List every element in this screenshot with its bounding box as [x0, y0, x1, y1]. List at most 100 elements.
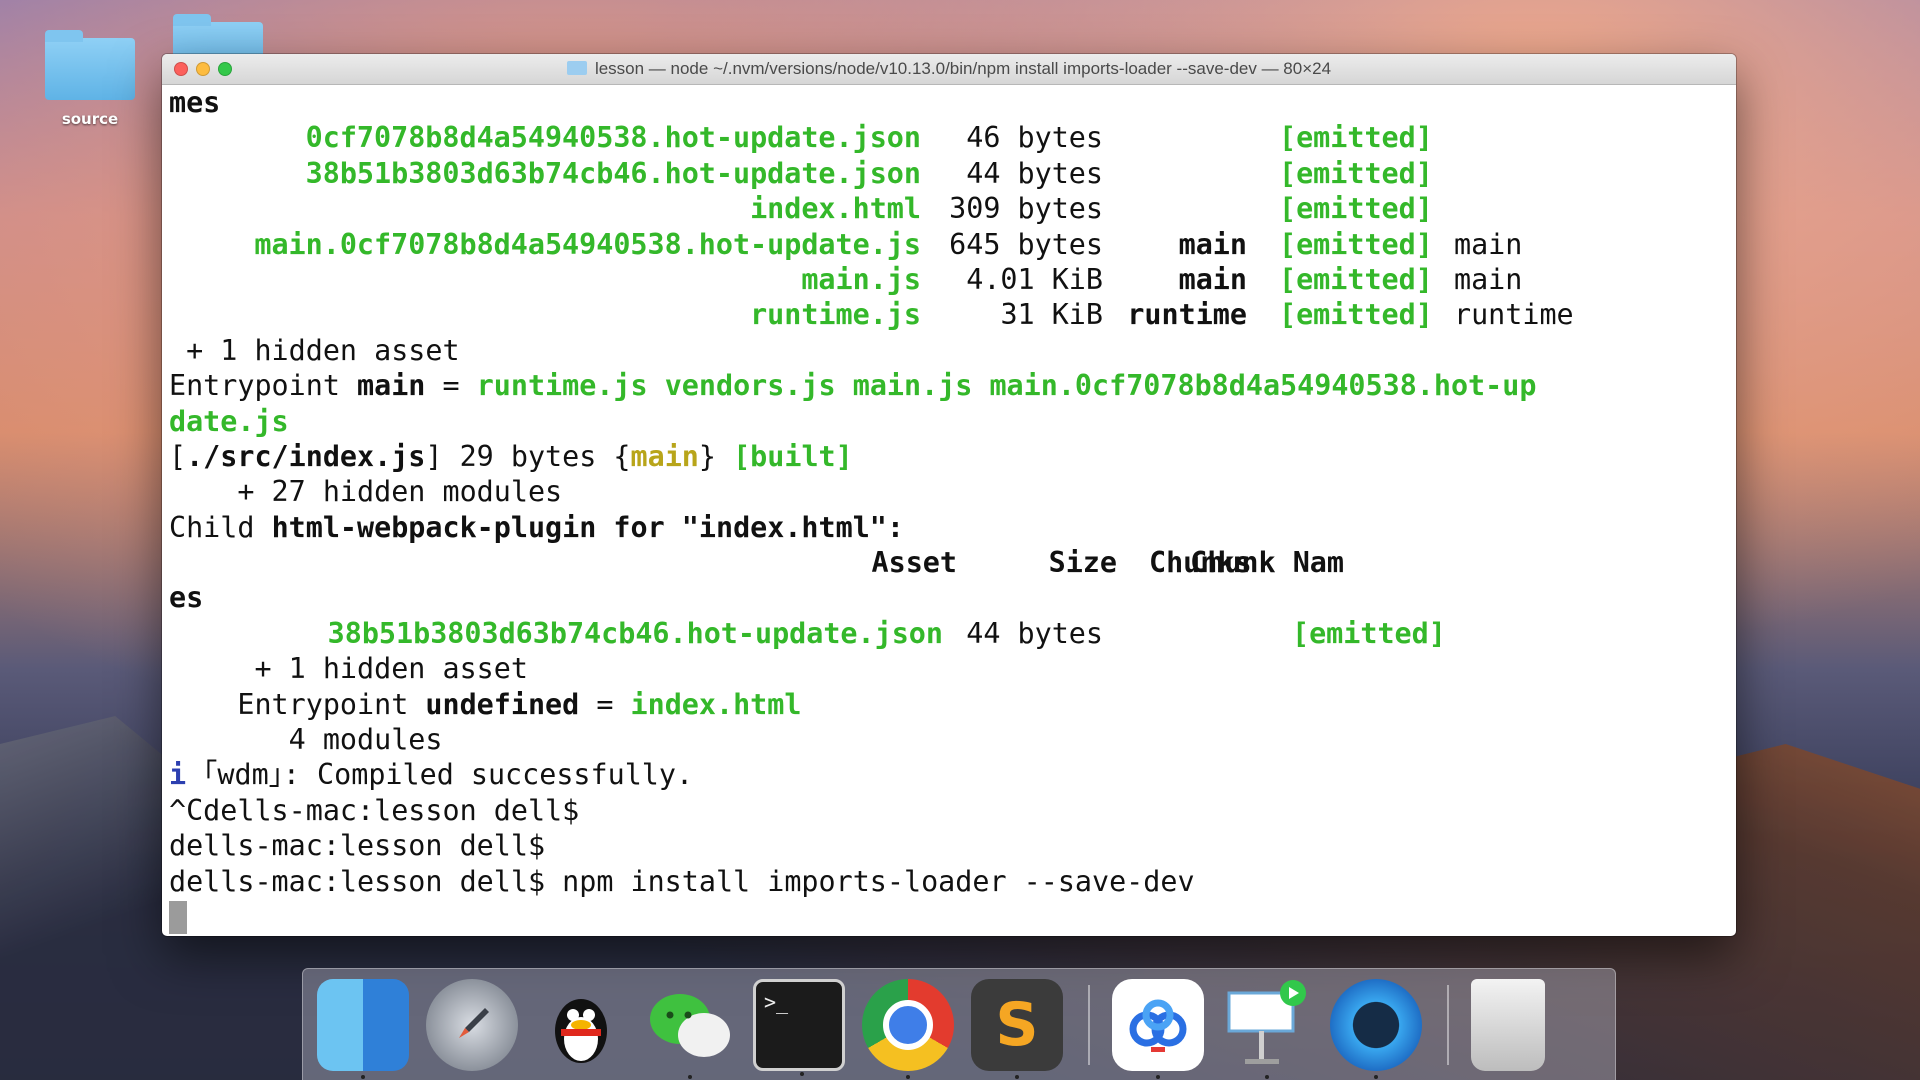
asset-table: 0cf7078b8d4a54940538.hot-update.json 46 b…: [169, 120, 1736, 332]
asset-size: 309 bytes: [949, 192, 1103, 226]
qq-icon[interactable]: [535, 979, 627, 1071]
chrome-icon[interactable]: [862, 978, 954, 1079]
output-line: mes: [169, 86, 221, 119]
running-indicator: [906, 1074, 910, 1079]
asset-row: 38b51b3803d63b74cb46.hot-update.json 44 …: [169, 616, 1736, 651]
baidu-netdisk-icon[interactable]: [1112, 978, 1204, 1079]
desktop-folder-label: source: [61, 110, 119, 128]
asset-name: main.js: [801, 262, 921, 296]
asset-size: 645 bytes: [949, 227, 1103, 261]
asset-name: 38b51b3803d63b74cb46.hot-update.json: [327, 616, 943, 650]
built-line: [./src/index.js] 29 bytes {main} [built]: [169, 439, 1736, 474]
asset-chunk-names: main: [1454, 227, 1523, 261]
asset-emitted: [emitted]: [1279, 262, 1433, 296]
entrypoint-line: Entrypoint main = runtime.js vendors.js …: [169, 368, 1736, 403]
prompt-line: ^Cdells-mac:lesson dell$: [169, 793, 580, 827]
asset-row: index.html 309 bytes [emitted]: [169, 191, 1736, 226]
built-size: ] 29 bytes {: [425, 439, 631, 473]
asset-row: runtime.js 31 KiB runtime [emitted] runtime: [169, 297, 1736, 332]
asset-emitted: [emitted]: [1279, 156, 1433, 190]
asset-row: main.0cf7078b8d4a54940538.hot-update.js 6…: [169, 227, 1736, 262]
asset-emitted: [emitted]: [1279, 121, 1433, 155]
asset-name: index.html: [750, 192, 921, 226]
output-line: + 1 hidden asset: [169, 333, 460, 367]
info-icon: i: [169, 758, 187, 792]
table-header: Asset Size Chunks Chunk Nam: [169, 545, 1736, 580]
wdm-line: i ｢wdm｣: Compiled successfully.: [169, 757, 1736, 792]
output-line: + 1 hidden asset: [169, 652, 528, 686]
entry-eq: =: [425, 369, 477, 403]
finder-icon[interactable]: [317, 978, 409, 1079]
window-title-text: lesson — node ~/.nvm/versions/node/v10.1…: [594, 59, 1332, 78]
asset-chunk-names: main: [1454, 262, 1523, 296]
built-bracket: }: [698, 439, 734, 473]
sublime-text-icon[interactable]: S: [971, 978, 1063, 1079]
asset-name: 38b51b3803d63b74cb46.hot-update.json: [305, 156, 921, 190]
asset-chunks: runtime: [1127, 298, 1247, 332]
penguin-icon: [555, 998, 607, 1063]
keynote-icon[interactable]: [1221, 979, 1313, 1079]
running-indicator: [1265, 1074, 1269, 1079]
chat-bubbles-icon: [650, 993, 730, 1057]
quicktime-icon[interactable]: [1330, 978, 1422, 1079]
asset-chunk-names: runtime: [1454, 298, 1574, 332]
asset-name: main.0cf7078b8d4a54940538.hot-update.js: [254, 227, 921, 261]
window-titlebar[interactable]: lesson — node ~/.nvm/versions/node/v10.1…: [162, 54, 1736, 85]
asset-emitted: [emitted]: [1292, 616, 1446, 650]
entry-files: index.html: [630, 687, 802, 721]
child-prefix: Child: [169, 510, 272, 544]
desktop-folder-source[interactable]: source: [30, 30, 150, 128]
terminal-window[interactable]: lesson — node ~/.nvm/versions/node/v10.1…: [162, 54, 1736, 936]
asset-size: 44 bytes: [966, 156, 1103, 190]
running-indicator: [688, 1074, 692, 1079]
rocket-icon: [459, 1007, 489, 1038]
asset-size: 44 bytes: [966, 616, 1103, 650]
asset-name: runtime.js: [750, 298, 921, 332]
asset-row: 0cf7078b8d4a54940538.hot-update.json 46 b…: [169, 120, 1736, 155]
built-chunk: main: [630, 439, 699, 473]
built-path: ./src/index.js: [186, 439, 426, 473]
table-header-wrap: es: [169, 581, 204, 615]
prompt-line: dells-mac:lesson dell$ npm install impor…: [169, 864, 1195, 898]
asset-size: 31 KiB: [1000, 298, 1103, 332]
running-indicator: [800, 1071, 804, 1076]
asset-chunks: main: [1178, 262, 1247, 296]
asset-size: 46 bytes: [966, 121, 1103, 155]
cloud-icon: [1129, 999, 1187, 1052]
sublime-glyph: S: [995, 989, 1039, 1060]
terminal-output[interactable]: mes 0cf7078b8d4a54940538.hot-update.json…: [162, 85, 1736, 935]
entry-label: Entrypoint: [169, 687, 426, 721]
asset-emitted: [emitted]: [1279, 192, 1433, 226]
entrypoint-line-wrap: date.js: [169, 404, 289, 438]
folder-icon: [566, 61, 587, 75]
asset-emitted: [emitted]: [1279, 298, 1433, 332]
dock-separator: [1447, 984, 1449, 1065]
dock: >_ S: [302, 968, 1616, 1080]
cursor-line[interactable]: [169, 899, 1736, 935]
entry-name: main: [357, 369, 426, 403]
output-line: 4 modules: [169, 723, 443, 757]
entrypoint-line: Entrypoint undefined = index.html: [169, 687, 1736, 722]
running-indicator: [361, 1074, 365, 1079]
trash-icon[interactable]: [1471, 978, 1545, 1071]
wdm-text: ｢wdm｣: Compiled successfully.: [186, 758, 694, 792]
child-line: Child html-webpack-plugin for "index.htm…: [169, 510, 1736, 545]
output-line: + 27 hidden modules: [169, 475, 563, 509]
podium-icon: [1227, 979, 1306, 1064]
header-chunk-names: Chunk Nam: [1190, 546, 1344, 580]
terminal-icon[interactable]: >_: [753, 978, 845, 1076]
dock-separator: [1088, 984, 1090, 1065]
wechat-icon[interactable]: [644, 979, 736, 1079]
asset-emitted: [emitted]: [1279, 227, 1433, 261]
asset-name: 0cf7078b8d4a54940538.hot-update.json: [305, 121, 921, 155]
running-indicator: [1374, 1074, 1378, 1079]
entry-files: runtime.js vendors.js main.js main.0cf70…: [476, 369, 1537, 403]
running-indicator: [1015, 1074, 1019, 1079]
child-name: html-webpack-plugin for "index.html":: [271, 510, 904, 544]
text-cursor: [169, 901, 187, 935]
asset-row: main.js 4.01 KiB main [emitted] main: [169, 262, 1736, 297]
asset-row: 38b51b3803d63b74cb46.hot-update.json 44 b…: [169, 156, 1736, 191]
launchpad-icon[interactable]: [426, 978, 518, 1071]
window-title: lesson — node ~/.nvm/versions/node/v10.1…: [162, 54, 1736, 84]
built-bracket: [: [169, 439, 187, 473]
